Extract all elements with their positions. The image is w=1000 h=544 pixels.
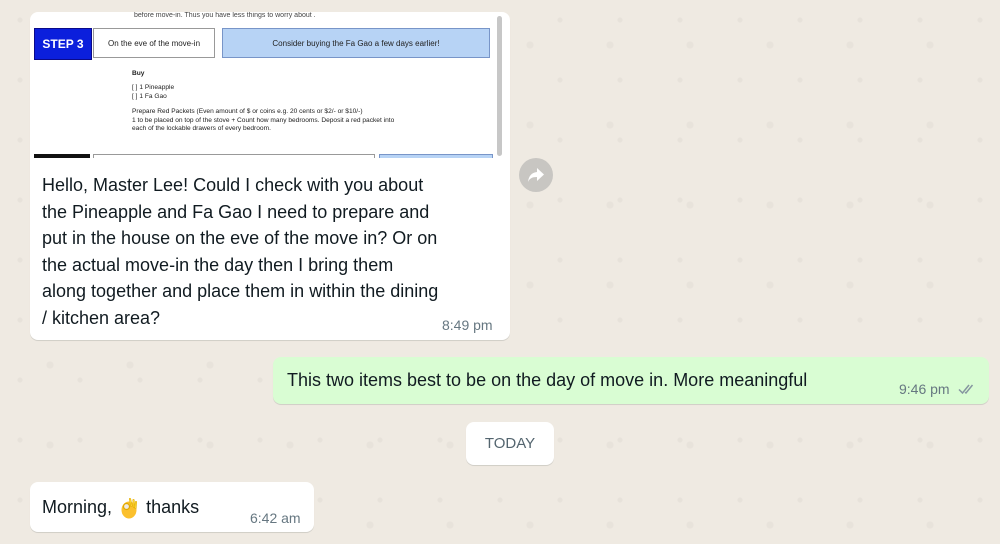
step-note: Consider buying the Fa Gao a few days ea…	[222, 28, 490, 58]
message-time: 8:49 pm	[442, 317, 493, 333]
doc-packets-line: 1 to be placed on top of the stove + Cou…	[132, 116, 395, 124]
message-line: put in the house on the eve of the move …	[42, 228, 438, 248]
doc-next-step-desc	[93, 154, 375, 158]
message-text: Hello, Master Lee! Could I check with yo…	[42, 172, 512, 331]
step-description: On the eve of the move-in	[93, 28, 215, 58]
doc-packets-line: each of the lockable drawers of every be…	[132, 125, 271, 133]
forward-button[interactable]	[519, 158, 553, 192]
step-badge: STEP 3	[34, 28, 92, 60]
document-preview[interactable]: before move-in. Thus you have less thing…	[34, 12, 504, 158]
buy-heading: Buy	[132, 70, 145, 77]
message-line: along together and place them in within …	[42, 281, 439, 301]
doc-next-step-badge	[34, 154, 90, 158]
message-line: Hello, Master Lee! Could I check with yo…	[42, 175, 424, 195]
message-text-part: Morning,	[42, 497, 113, 517]
message-time: 9:46 pm	[899, 381, 950, 397]
doc-next-step-note	[379, 154, 493, 158]
ok-hand-emoji	[121, 498, 138, 519]
doc-packets-line: Prepare Red Packets (Even amount of $ or…	[132, 108, 363, 116]
message-text: This two items best to be on the day of …	[287, 370, 808, 390]
forward-share-icon	[528, 168, 544, 182]
doc-top-text: before move-in. Thus you have less thing…	[134, 12, 316, 19]
message-text: Morning, thanks	[42, 494, 199, 521]
message-text-part: thanks	[146, 497, 200, 517]
doc-scrollbar[interactable]	[497, 16, 502, 156]
doc-body: Buy [ ] 1 Pineapple [ ] 1 Fa Gao Prepare…	[132, 70, 394, 133]
double-check-icon	[958, 384, 974, 395]
message-time: 6:42 am	[250, 510, 301, 526]
doc-item: [ ] 1 Pineapple	[132, 84, 175, 92]
date-separator: TODAY	[466, 422, 554, 465]
message-line: the actual move-in the day then I bring …	[42, 254, 394, 275]
doc-item: [ ] 1 Fa Gao	[132, 92, 167, 100]
message-line: the Pineapple and Fa Gao I need to prepa…	[42, 201, 430, 222]
